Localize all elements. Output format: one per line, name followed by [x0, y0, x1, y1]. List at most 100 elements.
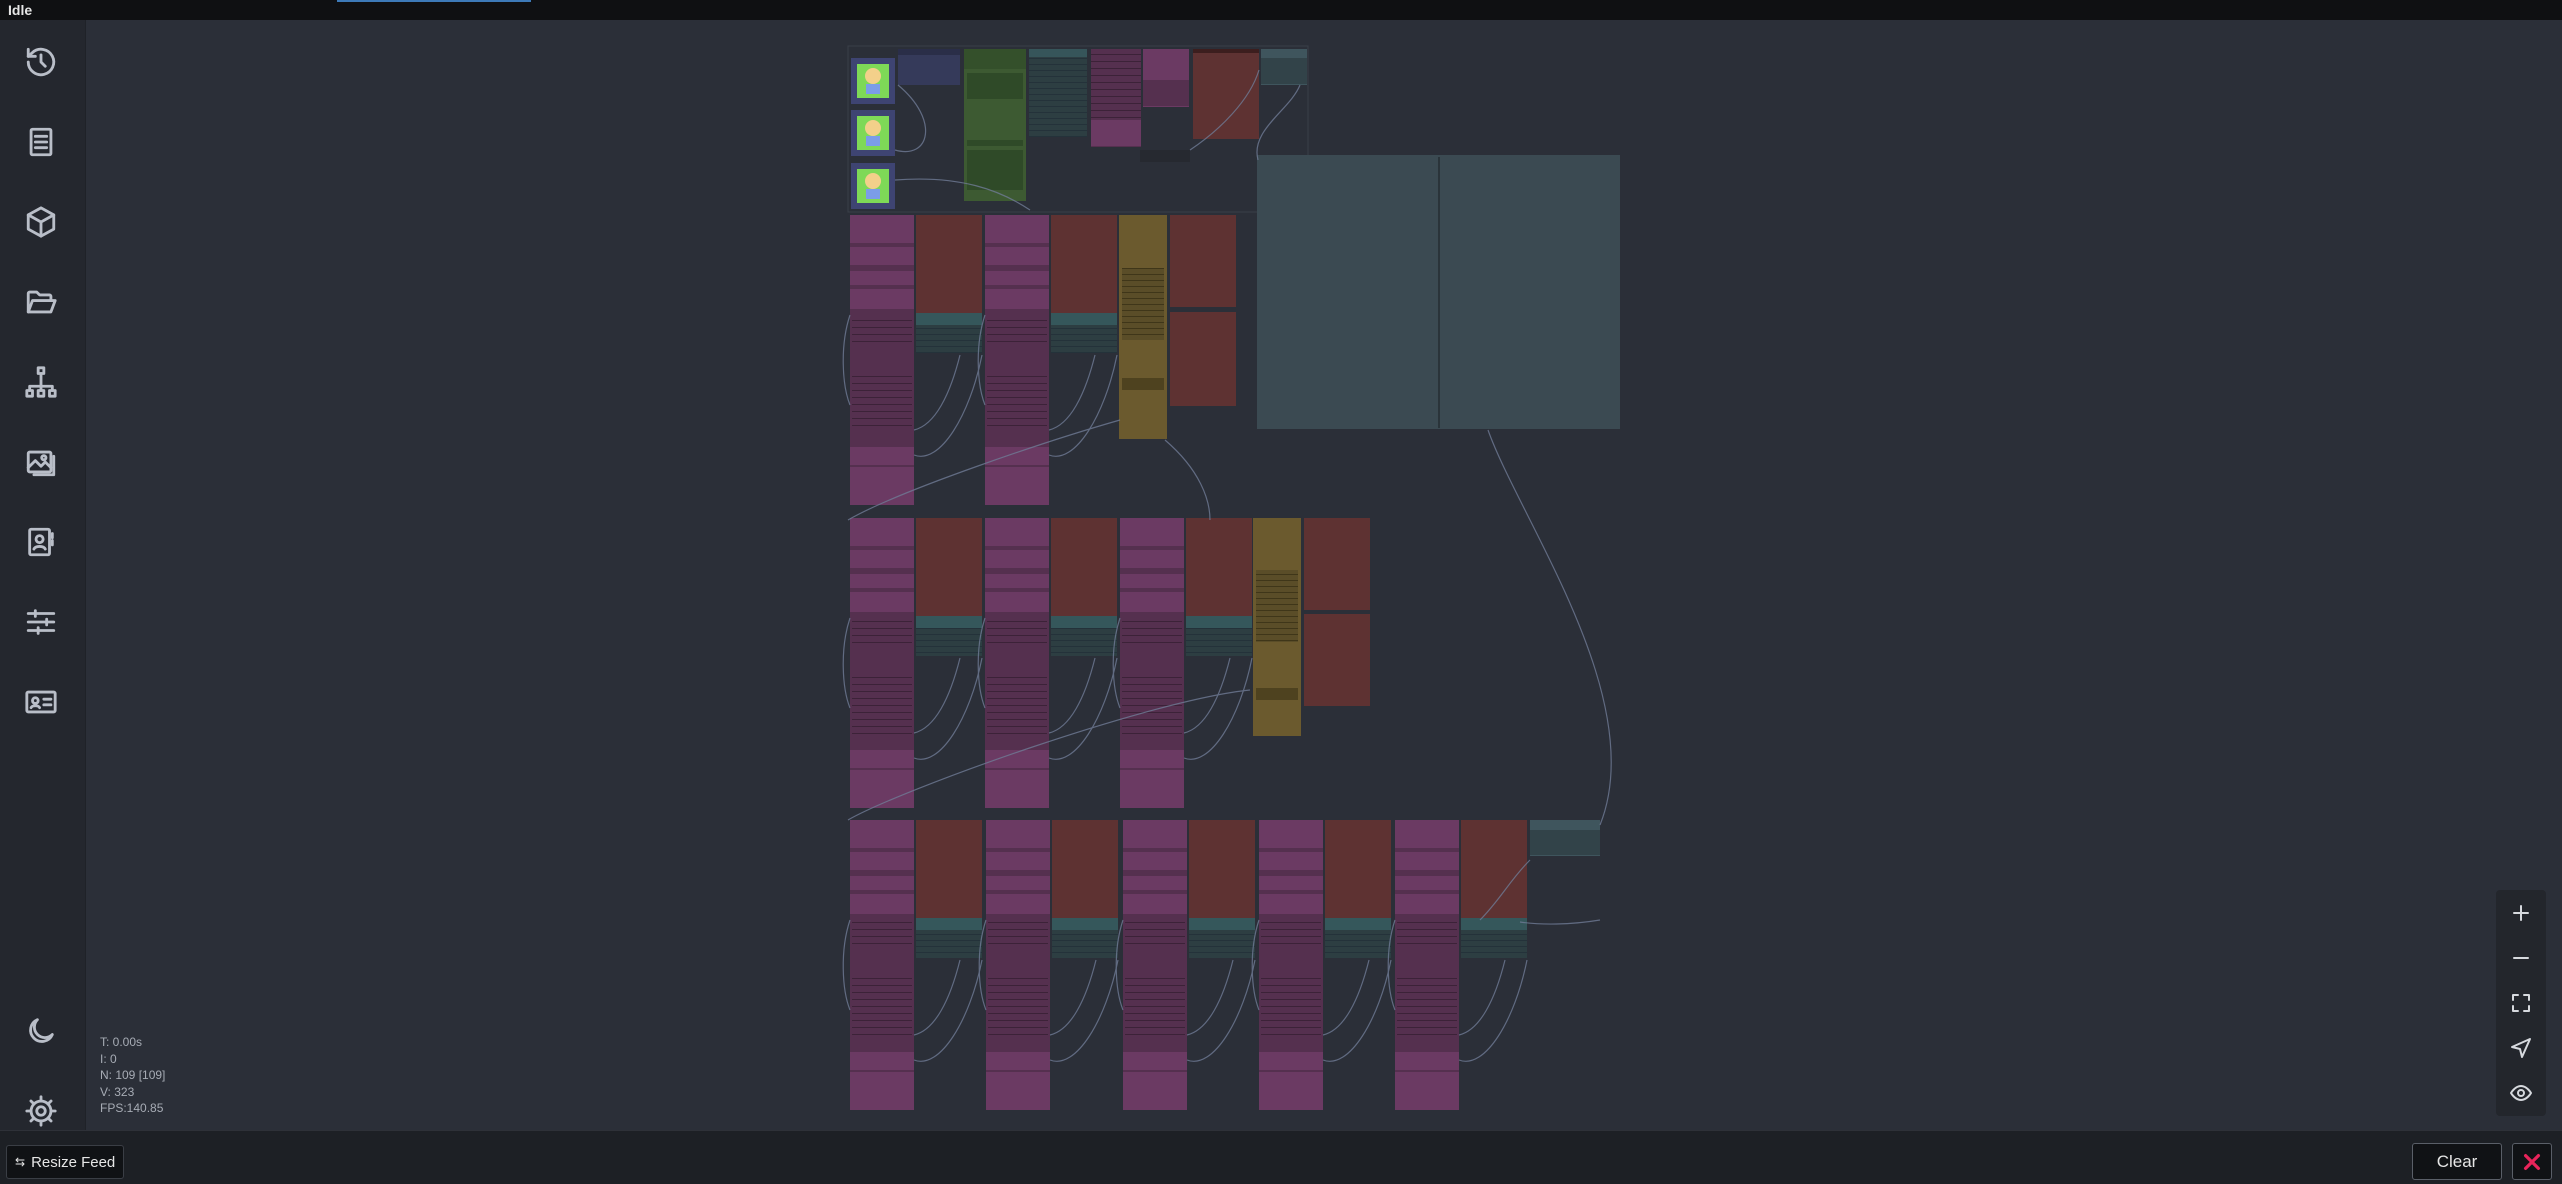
- bottom-bar: ⇆ Resize Feed Clear: [0, 1130, 2562, 1184]
- teal-list-node[interactable]: [1029, 49, 1087, 137]
- fit-view-icon: [2512, 994, 2530, 1012]
- workflows-button[interactable]: [17, 278, 65, 326]
- node-stack-s2-2[interactable]: [985, 518, 1117, 808]
- blue-gray-node-top[interactable]: [1261, 49, 1307, 85]
- profile-card-button[interactable]: [17, 678, 65, 726]
- cube-icon: [26, 206, 56, 238]
- image-preview-node-1[interactable]: [851, 58, 895, 104]
- wire-12: [913, 354, 961, 431]
- purple-list-node-top[interactable]: [1091, 49, 1141, 147]
- stat-vertices: V: 323: [100, 1084, 135, 1099]
- node-stack-s2-3[interactable]: [1120, 518, 1252, 808]
- zoom-out-button[interactable]: [2501, 938, 2541, 978]
- theme-toggle-button[interactable]: [17, 1007, 65, 1055]
- wire-36: [1322, 959, 1370, 1036]
- contacts-button[interactable]: [17, 518, 65, 566]
- wire-24: [1183, 657, 1231, 734]
- top-bar: Idle: [0, 0, 2562, 21]
- sitemap-icon: [25, 366, 57, 398]
- yellow-node-1[interactable]: [1119, 215, 1167, 439]
- wire-23: [1183, 657, 1253, 760]
- wire-6: [1164, 439, 1211, 521]
- id-card-icon: [25, 690, 57, 714]
- node-stack-s1-2[interactable]: [985, 215, 1117, 505]
- gallery-button[interactable]: [17, 438, 65, 486]
- contact-book-icon: [28, 527, 54, 557]
- progress-bar: [337, 0, 531, 2]
- stat-nodes: N: 109 [109]: [100, 1068, 166, 1082]
- sidebar: [0, 20, 86, 1130]
- output-node-small[interactable]: [1140, 150, 1190, 162]
- node-library-button[interactable]: [17, 358, 65, 406]
- zoom-controls: [2496, 890, 2546, 1116]
- loader-node[interactable]: [898, 49, 960, 85]
- yellow-node-2[interactable]: [1253, 518, 1301, 736]
- wire-17: [913, 657, 983, 760]
- node-stack-s3-3[interactable]: [1123, 820, 1255, 1110]
- history-button[interactable]: [17, 38, 65, 86]
- models-button[interactable]: [17, 198, 65, 246]
- document-icon: [29, 127, 53, 157]
- graph-stats: T: 0.00s I: 0 N: 109 [109] V: 323 FPS:14…: [100, 1034, 165, 1117]
- queue-button[interactable]: [17, 118, 65, 166]
- stat-fps: FPS:140.85: [100, 1101, 164, 1115]
- node-graph: [842, 45, 1620, 1110]
- settings-button[interactable]: [17, 1087, 65, 1135]
- locate-button[interactable]: [2501, 1028, 2541, 1068]
- wire-30: [1049, 959, 1097, 1036]
- images-icon: [26, 450, 56, 477]
- wire-10: [1519, 919, 1601, 925]
- resize-feed-button[interactable]: ⇆ Resize Feed: [6, 1145, 125, 1179]
- fit-view-button[interactable]: [2501, 983, 2541, 1023]
- node-stack-s3-1[interactable]: [850, 820, 982, 1110]
- stat-iterations: I: 0: [100, 1051, 117, 1066]
- close-button[interactable]: [2512, 1143, 2552, 1180]
- image-preview-node-2[interactable]: [851, 110, 895, 156]
- wire-35: [1322, 959, 1392, 1062]
- settings-sliders-button[interactable]: [17, 598, 65, 646]
- purple-small-node-top[interactable]: [1143, 49, 1189, 107]
- node-stack-s2-1[interactable]: [850, 518, 982, 808]
- node-stack-s3-2[interactable]: [986, 820, 1118, 1110]
- wire-20: [1048, 657, 1118, 760]
- wire-1: [894, 84, 926, 153]
- gear-icon: [25, 1095, 57, 1127]
- wire-21: [1048, 657, 1096, 734]
- wire-38: [1458, 959, 1528, 1062]
- wire-4: [1256, 84, 1301, 161]
- green-group-node[interactable]: [964, 49, 1026, 201]
- folder-open-icon: [26, 290, 57, 314]
- node-stack-s3-4[interactable]: [1259, 820, 1391, 1110]
- image-preview-node-3[interactable]: [851, 163, 895, 209]
- resize-icon: ⇆: [15, 1155, 26, 1169]
- moon-icon: [29, 1018, 54, 1043]
- blue-gray-node-bottom[interactable]: [1530, 820, 1600, 856]
- wire-28: [842, 919, 851, 1011]
- toggle-visibility-button[interactable]: [2501, 1073, 2541, 1113]
- red-node-side-2[interactable]: [1304, 518, 1370, 706]
- zoom-in-button[interactable]: [2501, 893, 2541, 933]
- wire-27: [913, 959, 961, 1036]
- node-stack-s3-5[interactable]: [1395, 820, 1527, 1110]
- wire-13: [842, 314, 851, 406]
- resize-feed-label: Resize Feed: [31, 1153, 116, 1171]
- red-node-top[interactable]: [1193, 49, 1259, 139]
- node-graph-canvas[interactable]: [86, 20, 2562, 1130]
- wire-11: [913, 354, 983, 457]
- status-text: Idle: [8, 2, 33, 18]
- wire-32: [1186, 959, 1256, 1062]
- large-preview-group[interactable]: [1257, 155, 1620, 429]
- red-node-side-1[interactable]: [1170, 215, 1236, 406]
- stat-time: T: 0.00s: [100, 1035, 143, 1049]
- wire-5: [1487, 429, 1612, 826]
- wire-29: [1049, 959, 1119, 1062]
- wire-26: [913, 959, 983, 1062]
- history-icon: [26, 47, 56, 77]
- node-stack-s1-1[interactable]: [850, 215, 982, 505]
- wire-33: [1186, 959, 1234, 1036]
- minus-icon: [2513, 957, 2529, 959]
- close-icon: [2523, 1153, 2541, 1170]
- sliders-icon: [26, 609, 56, 635]
- locate-icon: [2511, 1038, 2531, 1058]
- clear-button[interactable]: Clear: [2412, 1143, 2502, 1180]
